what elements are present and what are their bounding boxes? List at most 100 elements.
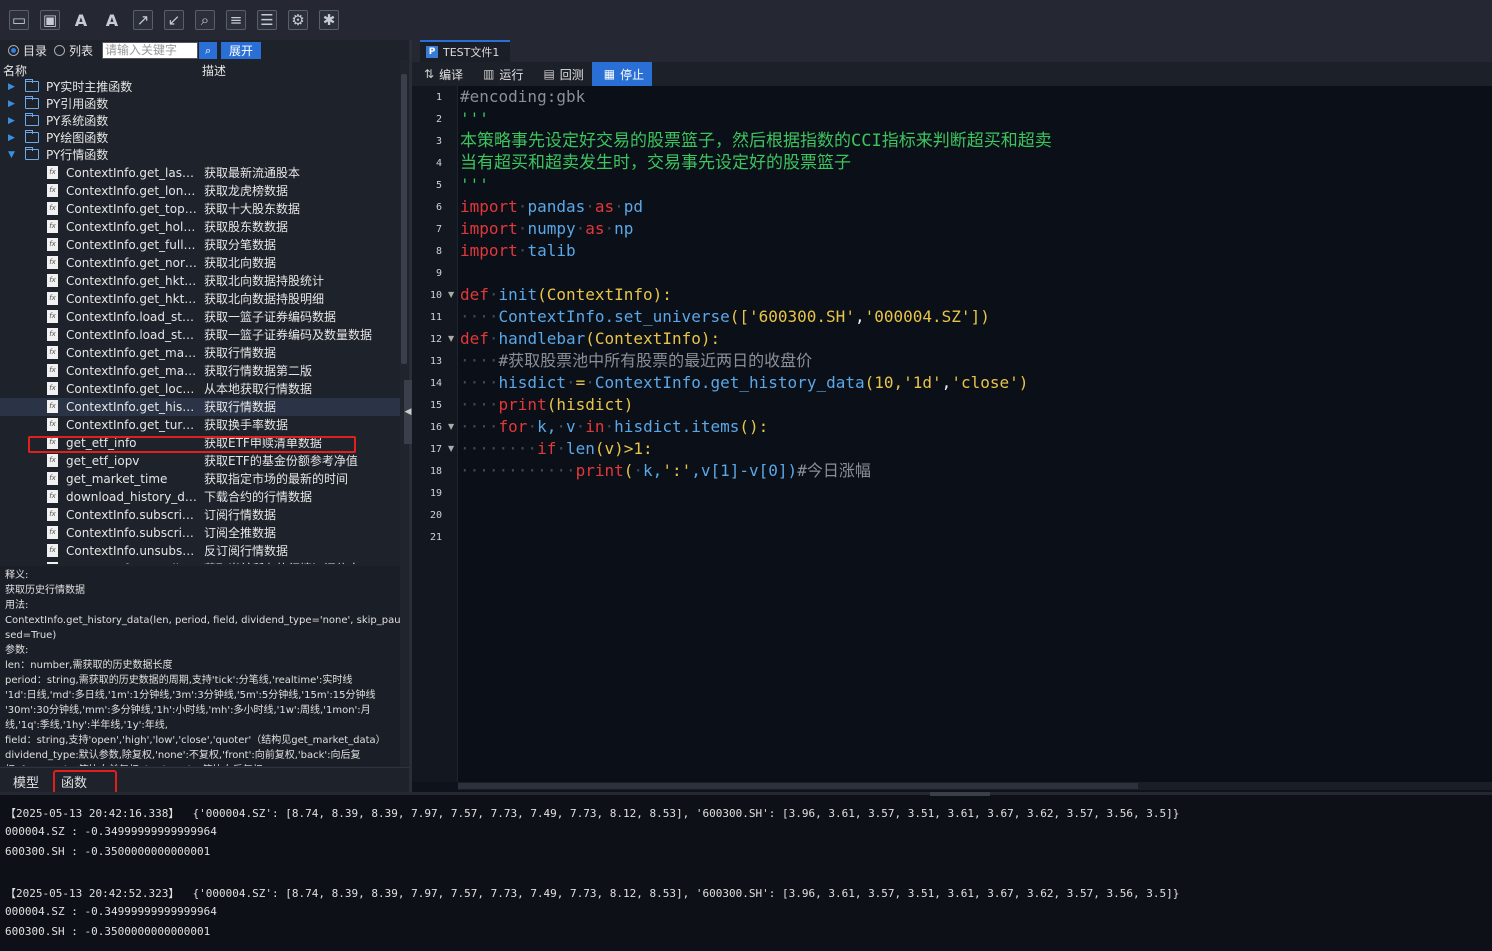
- tree-function-item[interactable]: fx ContextInfo.subscribe_... 订阅全推数据: [0, 524, 400, 542]
- tree-function-item[interactable]: fx ContextInfo.get_full_tick 获取分笔数据: [0, 236, 400, 254]
- tree-function-item[interactable]: fx download_history_data 下载合约的行情数据: [0, 488, 400, 506]
- function-name: ContextInfo.get_histor...: [66, 400, 198, 414]
- tree-folder[interactable]: ▼ PY行情函数: [0, 146, 400, 164]
- function-desc: 获取龙虎榜数据: [204, 184, 289, 198]
- fold-icon[interactable]: ▼: [448, 334, 454, 343]
- line-number: 8: [435, 246, 442, 257]
- search-input[interactable]: 请输入关键字: [102, 42, 199, 59]
- editor-tab[interactable]: P TEST文件1: [420, 40, 510, 62]
- function-browser-panel: 目录 列表 请输入关键字 ⌕ 展开 名称 描述 ▶ PY实时主推函数 ▶ PY引用函数…: [0, 40, 409, 800]
- radio-list[interactable]: [54, 45, 66, 56]
- folder-icon: [25, 79, 39, 92]
- code-line-17: ········if·len(v)>1:: [460, 439, 653, 458]
- tree-folder[interactable]: ▶ PY绘图函数: [0, 129, 400, 147]
- chevron-right-icon[interactable]: ▶: [8, 78, 15, 96]
- tree-folder[interactable]: ▶ PY实时主推函数: [0, 78, 400, 96]
- search-button[interactable]: ⌕: [199, 42, 218, 59]
- tree-function-item[interactable]: fx ContextInfo.get_north_... 获取北向数据: [0, 254, 400, 272]
- function-name: ContextInfo.get_turno...: [66, 418, 198, 432]
- line-number: 1: [435, 92, 442, 103]
- run-button[interactable]: ▥ 运行: [471, 62, 531, 86]
- editor-hscrollbar-thumb[interactable]: [458, 783, 1138, 789]
- function-file-icon: fx: [47, 490, 58, 503]
- function-desc: 获取行情数据第二版: [204, 364, 313, 378]
- tree-folder-label: PY系统函数: [46, 114, 109, 128]
- description-line: 参数:: [5, 645, 29, 656]
- description-line: len：number,需获取的历史数据长度: [5, 660, 173, 671]
- tree-function-item[interactable]: fx ContextInfo.get_local_... 从本地获取行情数据: [0, 380, 400, 398]
- function-name: ContextInfo.get_hkt_st...: [66, 274, 198, 288]
- collapse-handle[interactable]: ◀: [404, 380, 412, 444]
- function-name: ContextInfo.get_all_...: [66, 560, 198, 564]
- export-icon[interactable]: ↗: [133, 10, 153, 30]
- backtest-icon: ▤: [543, 67, 555, 81]
- fold-icon[interactable]: ▼: [448, 290, 454, 299]
- tree-folder[interactable]: ▶ PY引用函数: [0, 95, 400, 113]
- tree-function-item[interactable]: fx ContextInfo.get_hkt_st... 获取北向数据持股统计: [0, 272, 400, 290]
- code-area[interactable]: 1 2 3 4 5 6 7 8 9 10 ▼ 11 12 ▼ 13 14 15 16 ▼ 17 ▼ 18 19 20 21 #e…: [412, 86, 1492, 782]
- chevron-right-icon[interactable]: ▶: [8, 112, 15, 130]
- tree-function-item[interactable]: fx ContextInfo.get_marke... 获取行情数据第二版: [0, 362, 400, 380]
- line-number-gutter: 1 2 3 4 5 6 7 8 9 10 ▼ 11 12 ▼ 13 14 15 16 ▼ 17 ▼ 18 19 20 21: [412, 86, 458, 782]
- run-toolbar: ⇅ 编译 ▥ 运行 ▤ 回测 ▦ 停止: [412, 62, 1492, 86]
- list-document-icon[interactable]: ☰: [257, 10, 277, 30]
- description-line: period：string,需获取的历史数据的周期,支持'tick':分笔线,'…: [5, 675, 353, 686]
- tree-function-item[interactable]: fx ContextInfo.get_top10... 获取十大股东数据: [0, 200, 400, 218]
- font-decrease-icon[interactable]: A: [71, 10, 91, 30]
- font-increase-icon[interactable]: A: [102, 10, 122, 30]
- fold-icon[interactable]: ▼: [448, 444, 454, 453]
- search-bar: 目录 列表 请输入关键字 ⌕ 展开: [0, 41, 409, 60]
- backtest-label: 回测: [559, 67, 584, 82]
- tree-function-item[interactable]: fx get_market_time 获取指定市场的最新的时间: [0, 470, 400, 488]
- folder-icon: [25, 113, 39, 126]
- stop-button[interactable]: ▦ 停止: [591, 62, 653, 86]
- column-desc-header[interactable]: 描述: [202, 62, 226, 79]
- compile-button[interactable]: ⇅ 编译: [412, 62, 471, 86]
- function-file-icon: fx: [47, 382, 58, 395]
- tree-function-item[interactable]: fx ContextInfo.get_hkt_d... 获取北向数据持股明细: [0, 290, 400, 308]
- tree-function-item[interactable]: fx ContextInfo.unsubscri... 反订阅行情数据: [0, 542, 400, 560]
- column-name-header[interactable]: 名称: [3, 62, 27, 79]
- fold-icon[interactable]: ▼: [448, 422, 454, 431]
- backtest-button[interactable]: ▤ 回测: [531, 62, 591, 86]
- chevron-right-icon[interactable]: ▶: [8, 129, 15, 147]
- save-icon[interactable]: ▭: [9, 10, 29, 30]
- tree-function-item[interactable]: fx ContextInfo.load_stk_v... 获取一篮子证券编码及数量数…: [0, 326, 400, 344]
- tree-function-item[interactable]: fx ContextInfo.get_last_v... 获取最新流通股本: [0, 164, 400, 182]
- tree-function-item[interactable]: fx ContextInfo.load_stk_list 获取一篮子证券编码数据: [0, 308, 400, 326]
- tree-function-item[interactable]: fx ContextInfo.get_turno... 获取换手率数据: [0, 416, 400, 434]
- tree-function-item[interactable]: fx ContextInfo.get_marke... 获取行情数据: [0, 344, 400, 362]
- tree-function-item[interactable]: fx ContextInfo.get_all_... 获取当前所有的行情订阅信息: [0, 560, 400, 564]
- tree-function-item[interactable]: fx ContextInfo.get_holder... 获取股东数数据: [0, 218, 400, 236]
- code-line-4: 当有超买和超卖发生时，交易事先设定好的股票篮子: [460, 153, 851, 173]
- folder-icon: [25, 130, 39, 143]
- line-number: 6: [435, 202, 442, 213]
- stop-label: 停止: [620, 67, 645, 82]
- function-description: 释义: 获取历史行情数据 用法: ContextInfo.get_history_da…: [0, 566, 400, 766]
- gear-document-icon[interactable]: ✱: [319, 10, 339, 30]
- line-number: 11: [429, 312, 442, 323]
- expand-button[interactable]: 展开: [221, 42, 262, 59]
- function-file-icon: fx: [47, 544, 58, 557]
- radio-directory[interactable]: [8, 45, 19, 56]
- output-line: 000004.SZ : -0.34999999999999964: [5, 825, 217, 838]
- output-resize-handle[interactable]: [930, 792, 990, 796]
- chevron-right-icon[interactable]: ▶: [8, 95, 15, 113]
- settings-document-icon[interactable]: ⚙: [288, 10, 308, 30]
- tree-function-item[interactable]: fx ContextInfo.get_longh... 获取龙虎榜数据: [0, 182, 400, 200]
- editor-hscrollbar[interactable]: [458, 782, 1492, 790]
- line-number: 4: [435, 158, 442, 169]
- tree-function-item[interactable]: fx ContextInfo.subscribe_... 订阅行情数据: [0, 506, 400, 524]
- document-icon[interactable]: ≡: [226, 10, 246, 30]
- tree-scrollbar-thumb[interactable]: [401, 74, 407, 364]
- chevron-down-icon[interactable]: ▼: [8, 146, 15, 164]
- tab-model[interactable]: 模型: [13, 772, 39, 791]
- tree-function-item[interactable]: fx ContextInfo.get_histor... 获取行情数据: [0, 398, 400, 416]
- function-file-icon: fx: [47, 274, 58, 287]
- import-icon[interactable]: ↙: [164, 10, 184, 30]
- tree-folder[interactable]: ▶ PY系统函数: [0, 112, 400, 130]
- tree-function-item[interactable]: fx get_etf_iopv 获取ETF的基金份额参考净值: [0, 452, 400, 470]
- search-icon[interactable]: ⌕: [195, 10, 215, 30]
- save-as-icon[interactable]: ▣: [40, 10, 60, 30]
- function-name: get_market_time: [66, 472, 168, 486]
